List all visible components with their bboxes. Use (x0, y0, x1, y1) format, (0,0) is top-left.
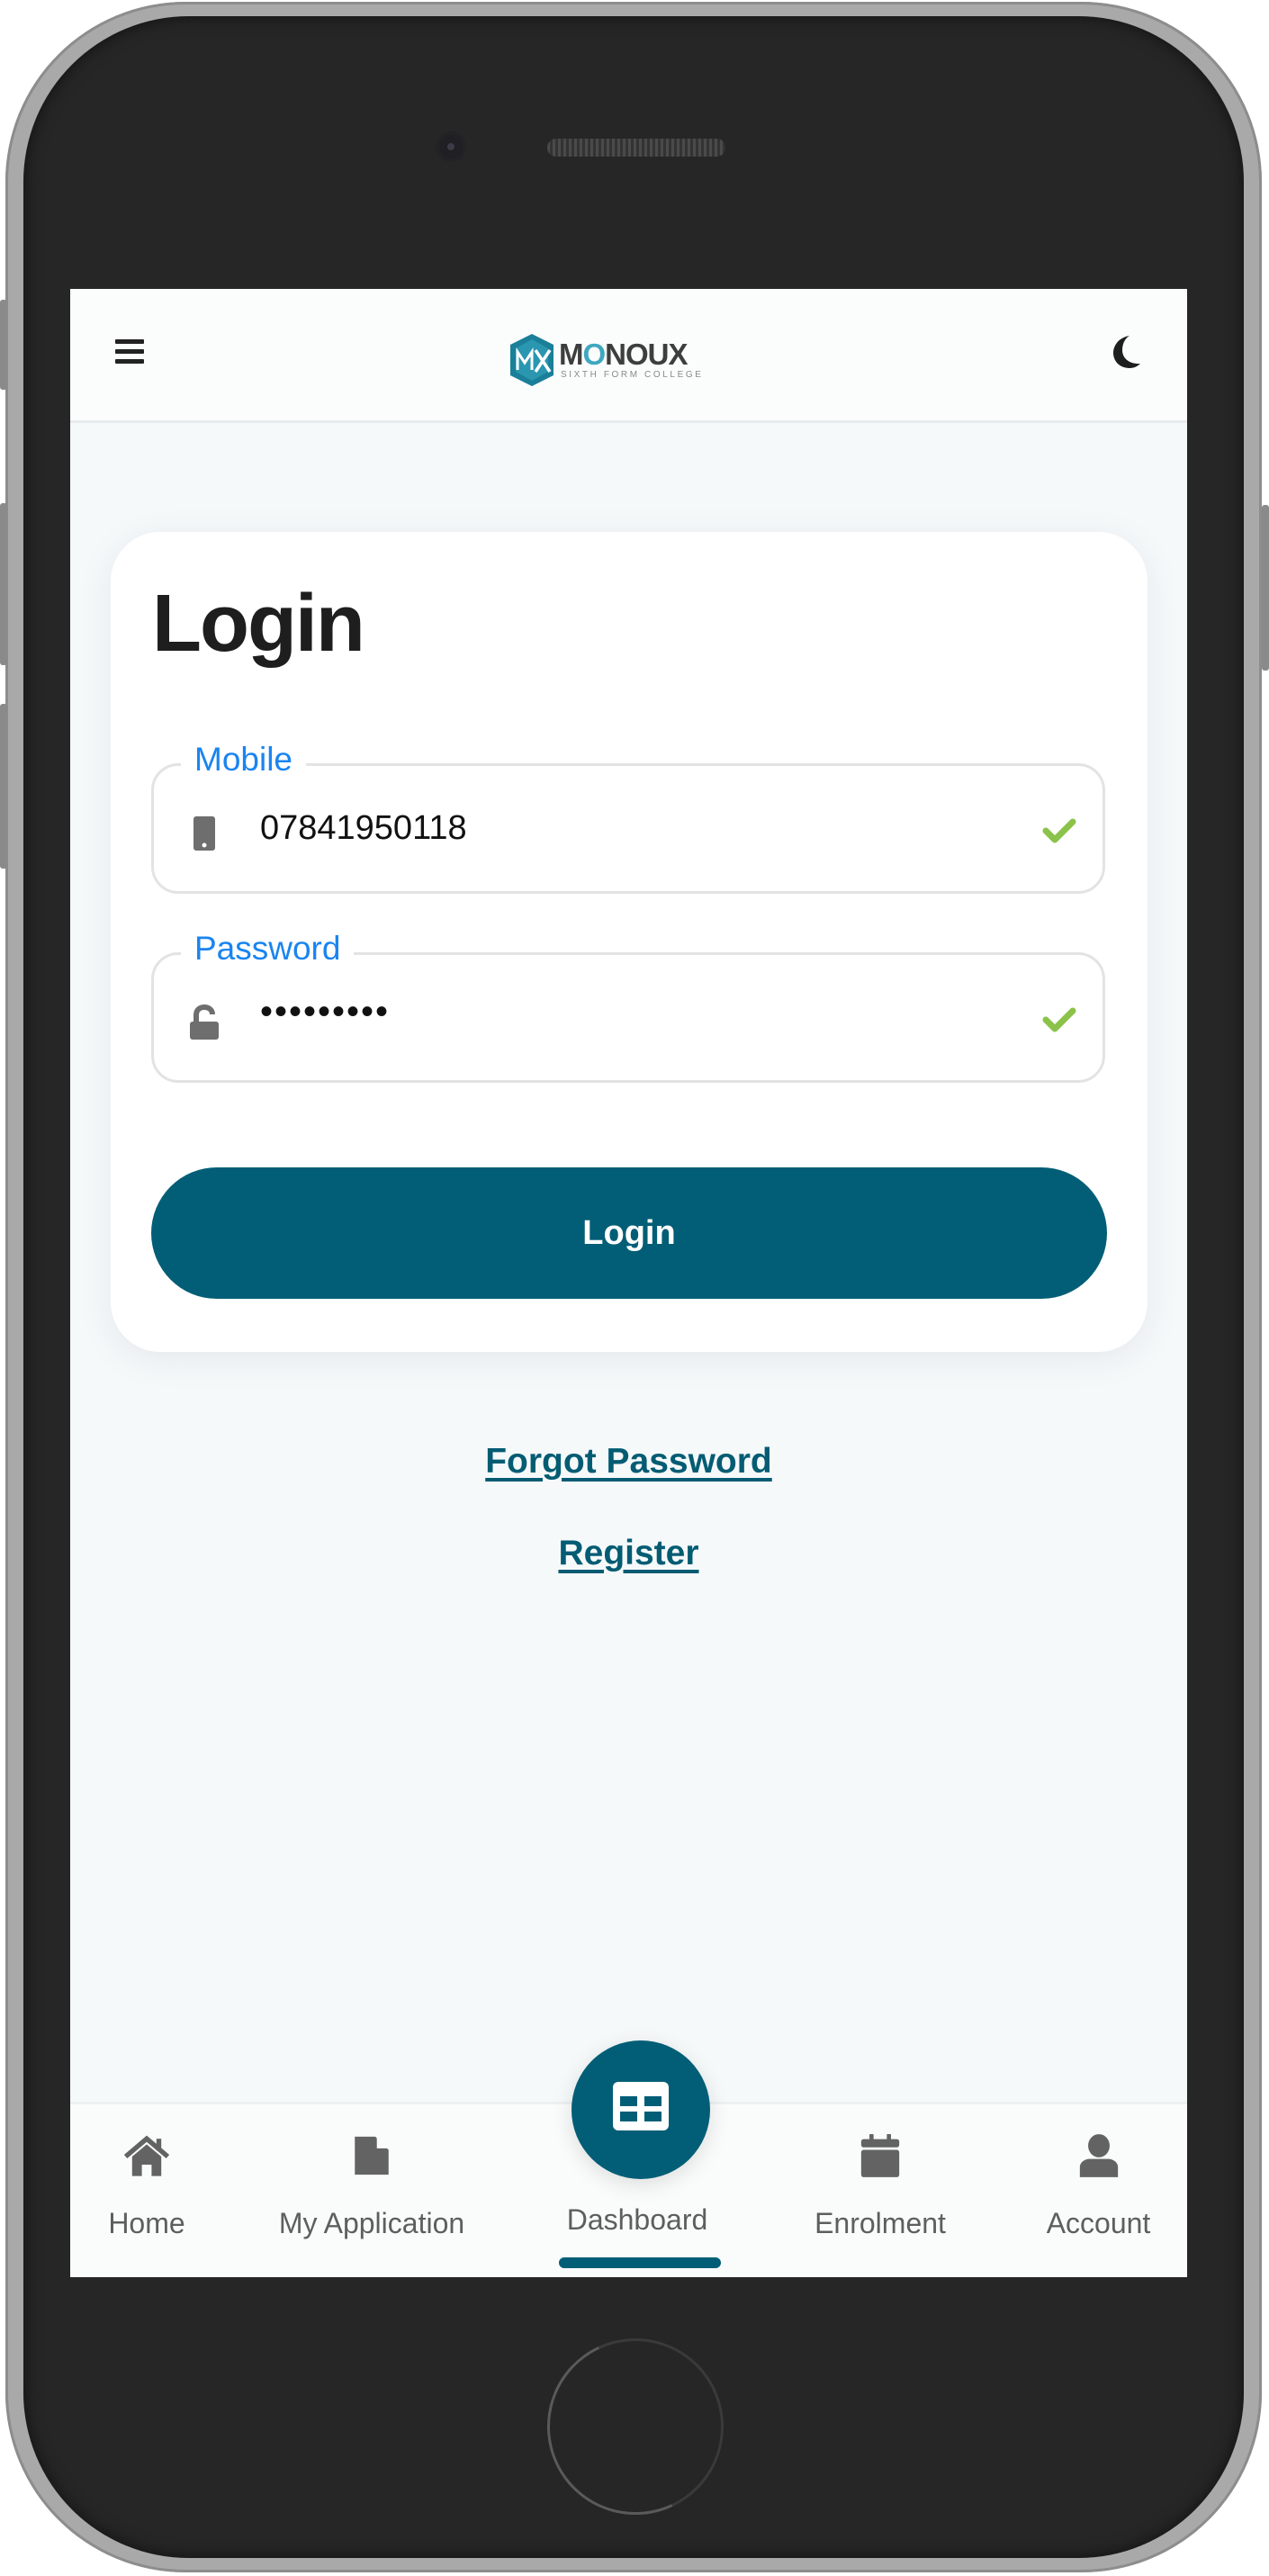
logo-subtitle: SIXTH FORM COLLEGE (561, 370, 704, 380)
nav-label-my-application: My Application (278, 2207, 465, 2239)
mobile-input[interactable] (260, 806, 980, 851)
active-tab-indicator (559, 2257, 721, 2268)
mobile-field[interactable]: Mobile (151, 739, 1105, 894)
password-field-label: Password (181, 928, 355, 969)
mobile-field-label: Mobile (181, 739, 306, 780)
volume-up-button (0, 503, 7, 665)
hamburger-menu-icon[interactable] (115, 339, 144, 365)
password-input[interactable] (260, 989, 980, 1034)
dashboard-grid-icon (613, 2082, 669, 2130)
dashboard-fab-button[interactable] (572, 2040, 710, 2179)
password-field[interactable]: Password (151, 928, 1105, 1083)
app-header: MONOUX SIXTH FORM COLLEGE (70, 289, 1187, 423)
mobile-phone-icon (194, 816, 215, 851)
user-icon (1079, 2134, 1118, 2177)
document-icon (355, 2136, 389, 2175)
power-button (1262, 505, 1269, 671)
forgot-password-link[interactable]: Forgot Password (70, 1442, 1187, 1482)
nav-item-my-application[interactable]: My Application (223, 2104, 520, 2277)
nav-item-account[interactable]: Account (1024, 2104, 1173, 2277)
nav-label-account: Account (1046, 2207, 1151, 2239)
check-icon (1042, 818, 1076, 843)
nav-item-home[interactable]: Home (70, 2104, 223, 2277)
earpiece-speaker (547, 139, 725, 157)
calendar-icon (860, 2134, 900, 2177)
logo-wordmark: MONOUX (559, 338, 688, 371)
page-title: Login (152, 579, 365, 669)
front-camera (439, 135, 463, 158)
college-logo[interactable]: MONOUX SIXTH FORM COLLEGE (508, 334, 701, 386)
moon-icon[interactable] (1110, 334, 1142, 370)
app-screen: MONOUX SIXTH FORM COLLEGE Login Mobile P… (70, 289, 1187, 2277)
login-button[interactable]: Login (151, 1167, 1107, 1299)
login-card: Login Mobile Password Login (111, 532, 1148, 1352)
register-link[interactable]: Register (70, 1534, 1187, 1573)
nav-label-dashboard: Dashboard (566, 2203, 708, 2236)
volume-down-button (0, 704, 7, 869)
unlock-icon (190, 1004, 219, 1040)
logo-mark-icon (510, 334, 554, 386)
nav-item-enrolment[interactable]: Enrolment (772, 2104, 988, 2277)
mute-switch (0, 300, 7, 390)
home-icon (123, 2135, 170, 2176)
nav-label-home: Home (108, 2207, 185, 2239)
check-icon (1042, 1007, 1076, 1032)
nav-label-enrolment: Enrolment (814, 2207, 946, 2239)
